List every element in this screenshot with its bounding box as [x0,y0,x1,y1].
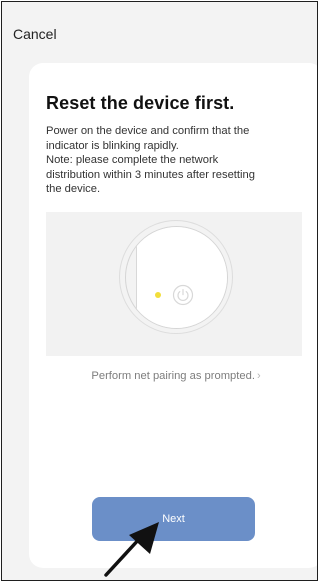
instruction-line: Power on the device and confirm that the [46,125,250,137]
app-screen: Cancel Reset the device first. Power on … [1,1,318,581]
instruction-line: the device. [46,183,101,196]
cancel-button[interactable]: Cancel [13,26,57,42]
chevron-right-icon: › [256,370,261,382]
device-panel [136,227,227,328]
device-inner-ring [125,226,228,329]
top-bar: Cancel [2,2,317,62]
instruction-line: distribution within 3 minutes after rese… [46,168,255,181]
page-title: Reset the device first. [46,93,235,113]
reset-card: Reset the device first. Power on the dev… [29,63,317,568]
device-illustration [46,212,302,356]
pairing-prompt-label: Perform net pairing as prompted. [91,370,255,382]
instruction-line: Note: please complete the network [46,154,219,167]
instruction-line: indicator is blinking rapidly. [46,139,179,152]
indicator-light [155,292,161,298]
reset-instructions: Power on the device and confirm that the… [46,124,301,197]
power-icon [172,284,194,306]
next-button[interactable]: Next [92,497,255,541]
pairing-prompt-link[interactable]: Perform net pairing as prompted. › [29,370,317,382]
